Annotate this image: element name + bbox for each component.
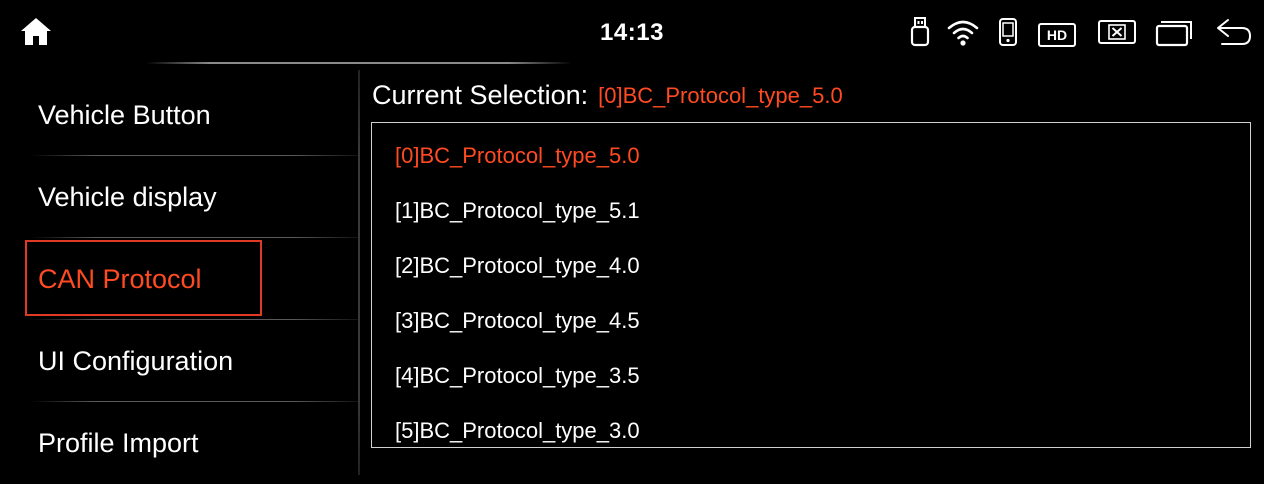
sidebar-divider xyxy=(358,70,360,475)
sidebar-item-label: Vehicle display xyxy=(38,182,217,212)
wifi-icon xyxy=(946,14,980,50)
window-icon[interactable] xyxy=(1155,14,1193,50)
sidebar: Vehicle Button Vehicle display CAN Proto… xyxy=(0,74,358,475)
current-selection-value: [0]BC_Protocol_type_5.0 xyxy=(598,82,843,108)
protocol-list[interactable]: [0]BC_Protocol_type_5.0 [1]BC_Protocol_t… xyxy=(371,122,1251,448)
sidebar-item-label: Vehicle Button xyxy=(38,100,211,130)
sidebar-item-profile-import[interactable]: Profile Import xyxy=(0,402,358,484)
protocol-option-2[interactable]: [2]BC_Protocol_type_4.0 xyxy=(395,253,640,279)
sidebar-item-ui-configuration[interactable]: UI Configuration xyxy=(0,320,358,402)
hd-badge: HD xyxy=(1038,23,1076,47)
sidebar-item-can-protocol[interactable]: CAN Protocol xyxy=(0,238,358,320)
close-window-icon[interactable] xyxy=(1097,14,1137,50)
protocol-option-4[interactable]: [4]BC_Protocol_type_3.5 xyxy=(395,363,640,389)
sidebar-item-label: UI Configuration xyxy=(38,346,234,376)
sidebar-item-vehicle-button[interactable]: Vehicle Button xyxy=(0,74,358,156)
protocol-option-1[interactable]: [1]BC_Protocol_type_5.1 xyxy=(395,198,640,224)
status-bar: 14:13 HD xyxy=(0,0,1264,68)
protocol-option-3[interactable]: [3]BC_Protocol_type_4.5 xyxy=(395,308,640,334)
sidebar-item-label: Profile Import xyxy=(38,428,199,458)
current-selection-label: Current Selection: xyxy=(372,80,589,110)
sidebar-item-vehicle-display[interactable]: Vehicle display xyxy=(0,156,358,238)
sidebar-item-label: CAN Protocol xyxy=(38,264,202,294)
usb-icon xyxy=(909,14,931,50)
header-divider xyxy=(146,62,572,64)
protocol-option-5[interactable]: [5]BC_Protocol_type_3.0 xyxy=(395,418,640,444)
hd-icon: HD xyxy=(1038,14,1076,50)
back-icon[interactable] xyxy=(1214,14,1254,50)
current-selection: Current Selection: [0]BC_Protocol_type_5.… xyxy=(372,80,843,111)
phone-icon xyxy=(996,14,1020,50)
protocol-option-0[interactable]: [0]BC_Protocol_type_5.0 xyxy=(395,143,640,169)
